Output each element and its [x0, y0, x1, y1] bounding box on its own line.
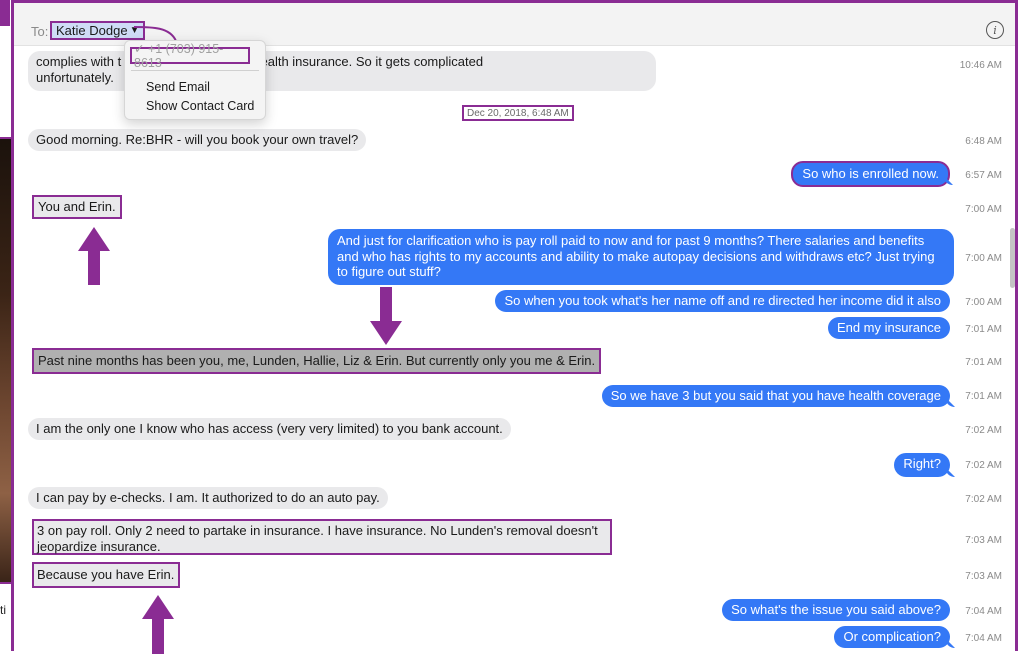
annotation-arrow-up: [78, 227, 110, 285]
message-text: Because you have Erin.: [37, 567, 175, 583]
message-incoming[interactable]: I am the only one I know who has access …: [28, 418, 511, 440]
message-text: You and Erin.: [38, 199, 116, 214]
annotation-arrow-down: [370, 287, 402, 345]
message-text: Or complication?: [843, 629, 941, 644]
message-outgoing[interactable]: End my insurance: [827, 317, 950, 339]
message-text: So we have 3 but you said that you have …: [610, 388, 941, 403]
menu-item-phone[interactable]: ✓ +1 (703) 915-8613: [130, 42, 250, 70]
message-timestamp: 7:01 AM: [965, 391, 1002, 402]
message-text: Right?: [903, 456, 941, 471]
message-outgoing[interactable]: So we have 3 but you said that you have …: [601, 385, 950, 407]
message-timestamp: 6:57 AM: [965, 170, 1002, 181]
menu-separator: [131, 70, 259, 71]
message-incoming[interactable]: Good morning. Re:BHR - will you book you…: [28, 129, 367, 151]
message-outgoing[interactable]: So who is enrolled now.: [791, 161, 950, 187]
message-text: So when you took what's her name off and…: [504, 293, 941, 308]
info-icon[interactable]: i: [986, 21, 1004, 39]
message-timestamp: 7:01 AM: [965, 357, 1002, 368]
message-outgoing[interactable]: So when you took what's her name off and…: [495, 290, 950, 312]
message-text: End my insurance: [836, 320, 941, 335]
message-timestamp: 7:03 AM: [965, 535, 1002, 546]
message-text: and who has rights to my accounts and ab…: [337, 248, 935, 264]
messages-window: To: Katie Dodge ▼ i ✓ +1 (703) 915-8613 …: [11, 0, 1018, 654]
message-timestamp: 10:46 AM: [959, 60, 1002, 71]
message-text: So who is enrolled now.: [802, 166, 939, 182]
message-timestamp: 7:00 AM: [965, 297, 1002, 308]
message-outgoing[interactable]: So what's the issue you said above?: [722, 599, 950, 621]
message-text: I can pay by e-checks. I am. It authoriz…: [36, 490, 380, 505]
message-incoming[interactable]: I can pay by e-checks. I am. It authoriz…: [28, 487, 388, 509]
message-timestamp: 7:02 AM: [965, 425, 1002, 436]
menu-item-send-email[interactable]: Send Email: [146, 80, 210, 94]
message-timestamp: 7:02 AM: [965, 494, 1002, 505]
annotation-bar: [0, 0, 10, 26]
message-text: And just for clarification who is pay ro…: [337, 233, 925, 248]
message-text: I am the only one I know who has access …: [36, 421, 503, 436]
scrollbar-thumb[interactable]: [1010, 228, 1015, 288]
message-text: 3 on pay roll. Only 2 need to partake in…: [37, 523, 598, 538]
message-text: So what's the issue you said above?: [731, 602, 941, 617]
cropped-text: ti: [0, 603, 6, 617]
message-text: jeopardize insurance.: [37, 538, 161, 554]
message-text: complies with t: [36, 54, 122, 69]
message-timestamp: 7:01 AM: [965, 324, 1002, 335]
message-incoming[interactable]: Because you have Erin.: [32, 562, 180, 588]
to-label: To:: [31, 24, 49, 39]
message-outgoing[interactable]: Right?: [894, 453, 950, 477]
message-incoming[interactable]: Past nine months has been you, me, Lunde…: [32, 348, 602, 374]
recipient-name: Katie Dodge: [56, 23, 128, 38]
message-text: unfortunately.: [36, 69, 114, 85]
message-text: to figure out stuff?: [337, 264, 441, 279]
message-timestamp: 7:00 AM: [965, 253, 1002, 264]
message-timestamp: 7:02 AM: [965, 460, 1002, 471]
message-timestamp: 7:03 AM: [965, 571, 1002, 582]
recipient-menu: ✓ +1 (703) 915-8613 Send Email Show Cont…: [124, 40, 266, 120]
menu-item-show-contact-card[interactable]: Show Contact Card: [146, 99, 254, 113]
message-text: Past nine months has been you, me, Lunde…: [38, 353, 596, 369]
annotation-arrow-up: [142, 595, 174, 654]
date-separator: Dec 20, 2018, 6:48 AM: [462, 105, 574, 121]
message-timestamp: 7:04 AM: [965, 633, 1002, 644]
message-incoming[interactable]: 3 on pay roll. Only 2 need to partake in…: [32, 519, 612, 555]
message-outgoing[interactable]: And just for clarification who is pay ro…: [328, 229, 954, 285]
message-timestamp: 6:48 AM: [965, 136, 1002, 147]
message-text: Good morning. Re:BHR - will you book you…: [36, 132, 359, 147]
message-outgoing[interactable]: Or complication?: [834, 626, 950, 648]
message-incoming[interactable]: complies with t ployees enrolled in healt…: [28, 51, 656, 91]
message-incoming[interactable]: You and Erin.: [32, 195, 122, 219]
message-timestamp: 7:00 AM: [965, 204, 1002, 215]
message-timestamp: 7:04 AM: [965, 606, 1002, 617]
